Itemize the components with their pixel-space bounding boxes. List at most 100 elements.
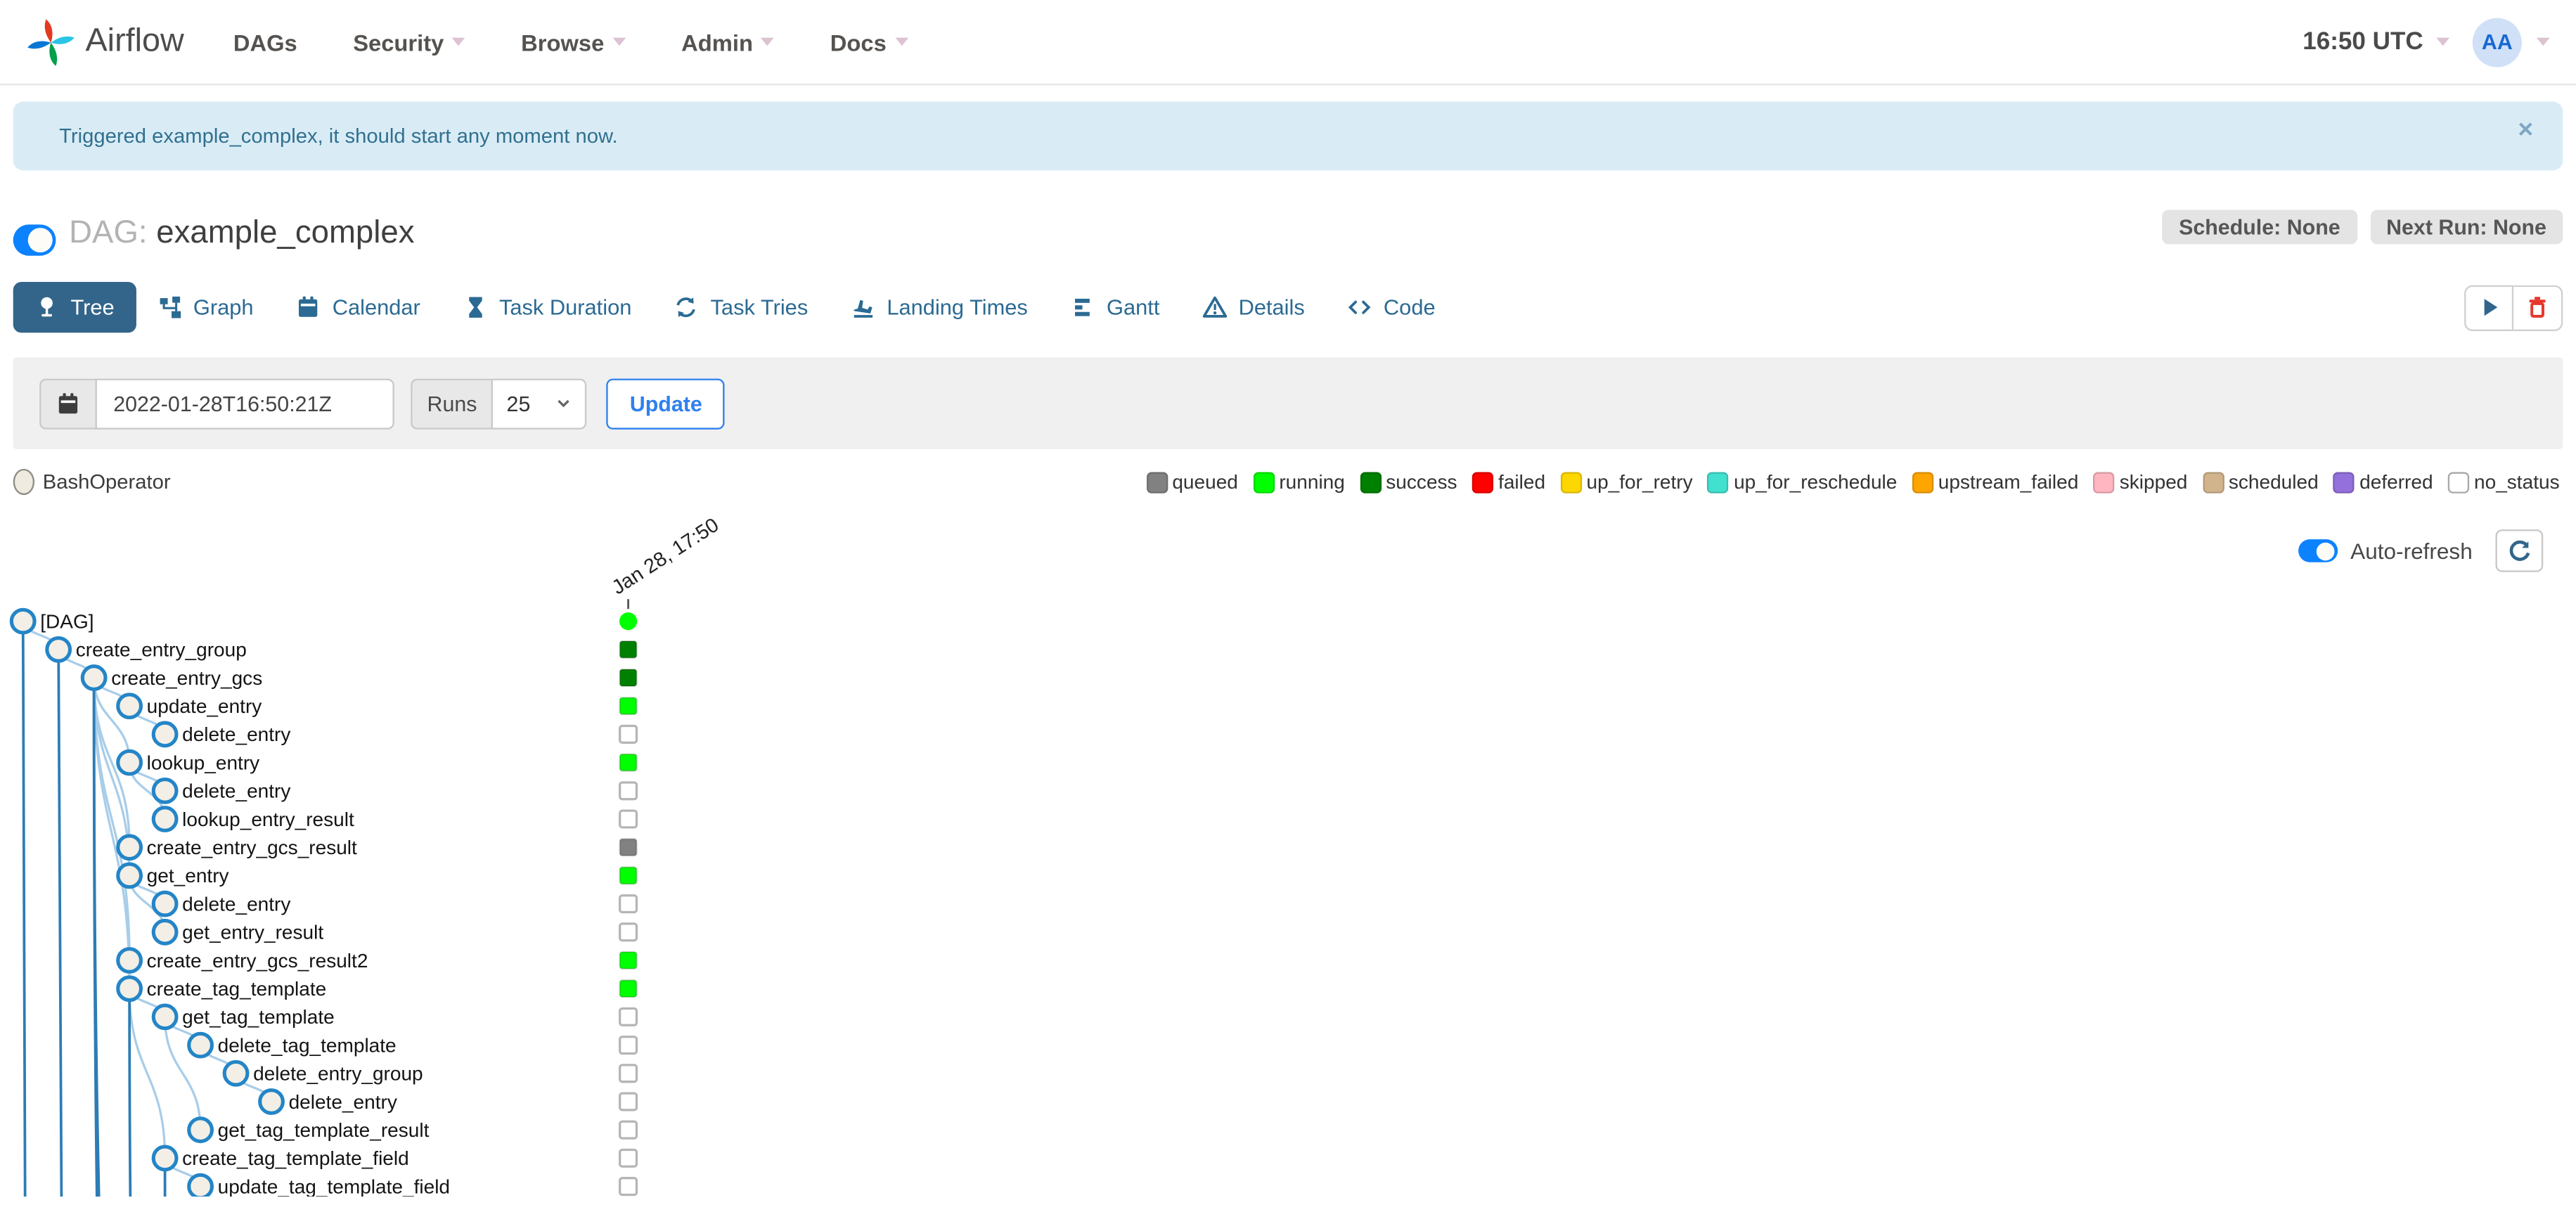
- run-date-label[interactable]: Jan 28, 17:50: [608, 514, 723, 599]
- brand[interactable]: Airflow: [26, 17, 184, 66]
- task-label[interactable]: create_entry_group: [76, 639, 247, 661]
- task-node-create_entry_gcs_result[interactable]: [116, 834, 143, 861]
- task-node-dagDAGdag[interactable]: [9, 607, 37, 635]
- nav-item-docs[interactable]: Docs: [830, 29, 908, 55]
- trash-icon: [2529, 297, 2546, 318]
- task-node-delete_entry[interactable]: [151, 777, 179, 804]
- task-label[interactable]: create_entry_gcs_result: [147, 837, 357, 858]
- status-swatch: [1912, 471, 1933, 493]
- auto-refresh-toggle[interactable]: [2298, 539, 2338, 562]
- chevron-down-icon: [452, 37, 465, 46]
- task-status-no_status[interactable]: [619, 1007, 638, 1026]
- task-status-no_status[interactable]: [619, 781, 638, 801]
- nav-item-admin[interactable]: Admin: [681, 29, 775, 55]
- play-icon: [2483, 299, 2497, 316]
- close-icon[interactable]: ×: [2518, 117, 2533, 144]
- task-label[interactable]: get_entry_result: [182, 922, 323, 943]
- task-label[interactable]: create_tag_template: [147, 978, 327, 1000]
- update-button[interactable]: Update: [607, 378, 726, 429]
- user-menu[interactable]: AA: [2472, 17, 2550, 67]
- tab-code[interactable]: Code: [1326, 282, 1457, 333]
- dag-pause-toggle[interactable]: [13, 224, 56, 256]
- task-status-running[interactable]: [619, 753, 638, 772]
- task-status-running[interactable]: [619, 979, 638, 998]
- dag-run-status-running[interactable]: [619, 612, 638, 631]
- task-label[interactable]: delete_entry: [182, 780, 290, 802]
- nav-item-security[interactable]: Security: [353, 29, 465, 55]
- clock-dropdown[interactable]: 16:50 UTC: [2303, 28, 2450, 56]
- task-status-running[interactable]: [619, 866, 638, 885]
- task-status-no_status[interactable]: [619, 1064, 638, 1083]
- task-label[interactable]: lookup_entry: [147, 752, 260, 773]
- task-status-success[interactable]: [619, 640, 638, 659]
- task-status-running[interactable]: [619, 950, 638, 970]
- task-node-update_tag_template_field[interactable]: [187, 1173, 214, 1197]
- task-status-no_status[interactable]: [619, 922, 638, 942]
- task-label[interactable]: create_entry_gcs_result2: [147, 950, 368, 972]
- task-node-lookup_entry[interactable]: [116, 749, 143, 776]
- chevron-down-icon: [894, 37, 908, 46]
- tab-graph[interactable]: Graph: [136, 282, 275, 333]
- task-node-delete_entry[interactable]: [151, 890, 179, 917]
- task-node-update_entry[interactable]: [116, 692, 143, 720]
- calendar-addon[interactable]: [39, 378, 96, 429]
- task-label[interactable]: create_entry_gcs: [111, 667, 262, 689]
- tab-calendar[interactable]: Calendar: [275, 282, 442, 333]
- base-date-input[interactable]: [95, 378, 394, 429]
- task-node-delete_entry_group[interactable]: [222, 1059, 250, 1087]
- task-node-get_tag_template_result[interactable]: [187, 1116, 214, 1144]
- delete-dag-button[interactable]: [2513, 284, 2563, 330]
- task-label[interactable]: [DAG]: [40, 610, 94, 632]
- task-label[interactable]: delete_entry: [289, 1091, 397, 1113]
- tab-task-duration[interactable]: Task Duration: [442, 282, 653, 333]
- task-status-no_status[interactable]: [619, 809, 638, 829]
- task-label[interactable]: delete_entry: [182, 723, 290, 745]
- nav-item-dags[interactable]: DAGs: [233, 29, 297, 55]
- tab-details[interactable]: Details: [1181, 282, 1326, 333]
- task-status-no_status[interactable]: [619, 1120, 638, 1140]
- tab-tree[interactable]: Tree: [13, 282, 136, 333]
- task-node-delete_entry[interactable]: [151, 721, 179, 748]
- tab-gantt[interactable]: Gantt: [1049, 282, 1181, 333]
- status-swatch: [1252, 471, 1275, 493]
- task-label[interactable]: update_tag_template_field: [218, 1175, 450, 1197]
- task-label[interactable]: get_tag_template_result: [218, 1119, 430, 1141]
- task-status-queued[interactable]: [619, 838, 638, 857]
- task-status-no_status[interactable]: [619, 724, 638, 744]
- task-status-success[interactable]: [619, 668, 638, 688]
- refresh-button[interactable]: [2495, 529, 2544, 572]
- task-node-create_entry_gcs_result2[interactable]: [116, 947, 143, 974]
- task-node-lookup_entry_result[interactable]: [151, 806, 179, 832]
- task-label[interactable]: get_entry: [147, 865, 229, 887]
- task-node-get_tag_template[interactable]: [151, 1003, 179, 1031]
- task-status-no_status[interactable]: [619, 1177, 638, 1197]
- task-status-running[interactable]: [619, 697, 638, 716]
- task-label[interactable]: update_entry: [147, 695, 262, 717]
- task-status-no_status[interactable]: [619, 894, 638, 914]
- task-node-delete_entry[interactable]: [258, 1088, 285, 1115]
- status-swatch: [1359, 471, 1382, 493]
- task-label[interactable]: get_tag_template: [182, 1006, 335, 1028]
- task-node-create_entry_group[interactable]: [45, 636, 72, 663]
- task-label[interactable]: delete_tag_template: [218, 1034, 397, 1056]
- num-runs-select[interactable]: 25: [491, 378, 588, 429]
- tab-landing-times[interactable]: Landing Times: [830, 282, 1050, 333]
- task-node-create_tag_template[interactable]: [116, 975, 143, 1003]
- tree-edge-offscreen: [21, 621, 27, 1197]
- tab-task-tries[interactable]: Task Tries: [653, 282, 830, 333]
- task-node-create_entry_gcs[interactable]: [80, 664, 108, 691]
- task-status-no_status[interactable]: [619, 1148, 638, 1168]
- nav-item-browse[interactable]: Browse: [521, 29, 626, 55]
- task-node-get_entry[interactable]: [116, 862, 143, 889]
- trigger-dag-button[interactable]: [2464, 284, 2514, 330]
- pin-icon: [41, 297, 53, 317]
- task-node-delete_tag_template[interactable]: [187, 1031, 214, 1059]
- task-node-create_tag_template_field[interactable]: [151, 1145, 179, 1172]
- task-label[interactable]: delete_entry: [182, 893, 290, 915]
- task-status-no_status[interactable]: [619, 1036, 638, 1055]
- task-node-get_entry_result[interactable]: [151, 918, 179, 946]
- task-label[interactable]: lookup_entry_result: [182, 808, 354, 830]
- task-status-no_status[interactable]: [619, 1092, 638, 1111]
- task-label[interactable]: create_tag_template_field: [182, 1147, 409, 1169]
- task-label[interactable]: delete_entry_group: [253, 1063, 423, 1085]
